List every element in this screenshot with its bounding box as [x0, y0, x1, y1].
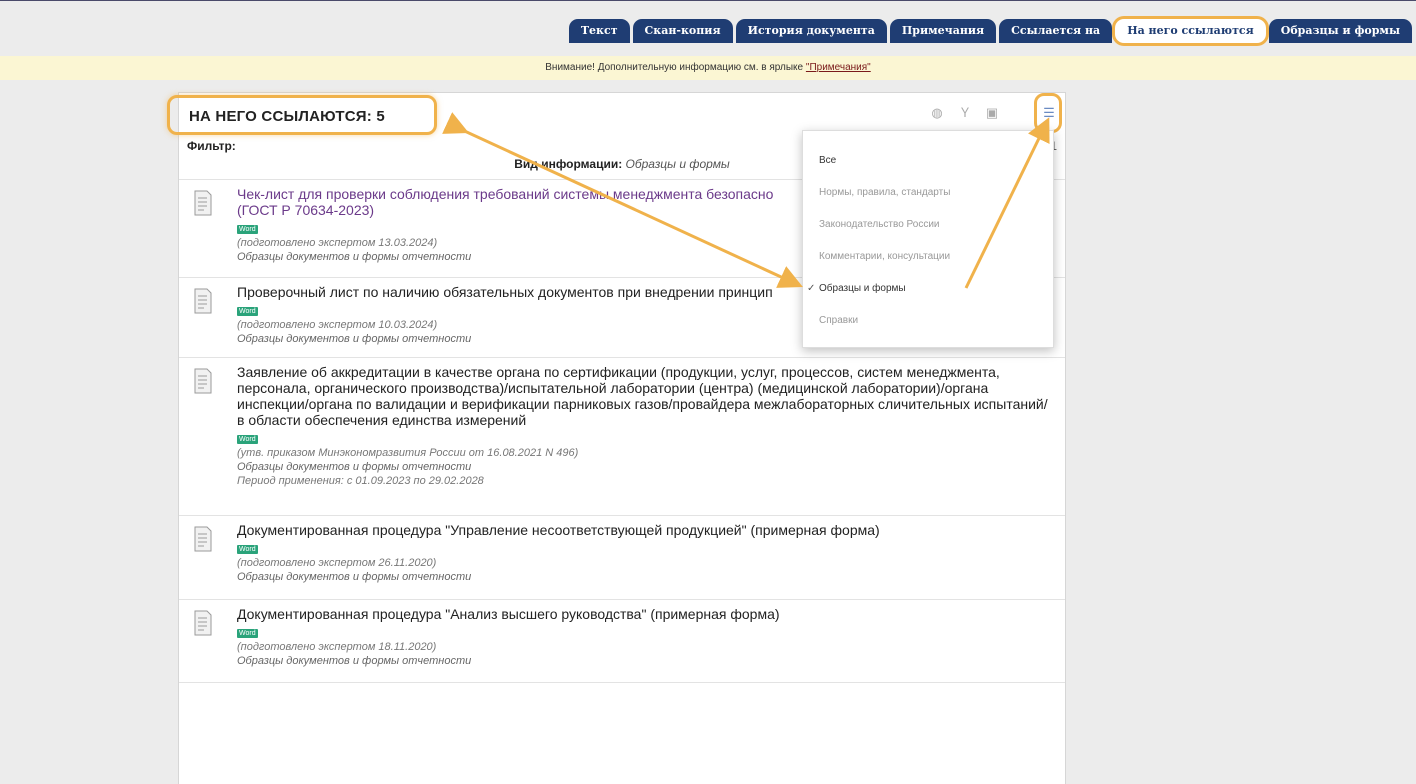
word-badge[interactable]: Word — [237, 435, 258, 444]
document-icon — [194, 526, 212, 552]
word-badge[interactable]: Word — [237, 307, 258, 316]
word-badge[interactable]: Word — [237, 545, 258, 554]
dropdown-item-norms[interactable]: Нормы, правила, стандарты — [803, 177, 1053, 209]
dropdown-item-comments[interactable]: Комментарии, консультации — [803, 241, 1053, 273]
list-item[interactable]: Документированная процедура "Анализ высш… — [179, 599, 1065, 683]
tab-scan-copy[interactable]: Скан-копия — [632, 19, 733, 43]
item-title[interactable]: Заявление об аккредитации в качестве орг… — [237, 364, 1055, 428]
item-title[interactable]: Документированная процедура "Управление … — [237, 522, 1055, 538]
dropdown-item-label: Комментарии, консультации — [819, 251, 951, 262]
dropdown-item-label: Образцы и формы — [819, 283, 906, 294]
top-tab-bar: Текст Скан-копия История документа Приме… — [0, 0, 1416, 44]
item-category: Образцы документов и формы отчетности — [237, 571, 472, 583]
tab-referenced-by[interactable]: На него ссылаются — [1115, 19, 1266, 43]
word-badge[interactable]: Word — [237, 629, 258, 638]
info-type-list-icon[interactable]: ☰ — [1041, 105, 1057, 121]
info-type-dropdown: Все Нормы, правила, стандарты Законодате… — [802, 130, 1054, 348]
info-type-label: Вид информации: — [514, 157, 623, 171]
info-type-value: Образцы и формы — [625, 157, 730, 171]
page-title: НА НЕГО ССЫЛАЮТСЯ: 5 — [189, 108, 385, 125]
filter-label: Фильтр: — [187, 139, 236, 153]
dropdown-item-legislation[interactable]: Законодательство России — [803, 209, 1053, 241]
document-tabs: Текст Скан-копия История документа Приме… — [568, 19, 1412, 43]
item-category: Образцы документов и формы отчетности — [237, 655, 472, 667]
item-title[interactable]: Документированная процедура "Анализ высш… — [237, 606, 1055, 622]
item-validity-period: Период применения: с 01.09.2023 по 29.02… — [237, 475, 484, 487]
item-category: Образцы документов и формы отчетности — [237, 461, 472, 473]
document-icon — [194, 610, 212, 636]
document-icon — [194, 368, 212, 394]
tab-document-history[interactable]: История документа — [735, 19, 887, 43]
dropdown-item-label: Нормы, правила, стандарты — [819, 187, 951, 198]
tab-notes[interactable]: Примечания — [889, 19, 997, 43]
attention-notice: Внимание! Дополнительную информацию см. … — [0, 56, 1416, 80]
export-icon[interactable]: ▣ — [984, 105, 1000, 121]
item-prepared-note: (подготовлено экспертом 26.11.2020) — [237, 557, 437, 569]
dropdown-item-all[interactable]: Все — [803, 145, 1053, 177]
dropdown-item-label: Все — [819, 155, 837, 166]
tab-references-to[interactable]: Ссылается на — [999, 19, 1113, 43]
dropdown-item-label: Справки — [819, 315, 859, 326]
checkmark-icon: ✓ — [807, 283, 816, 294]
globe-icon[interactable]: ◍ — [929, 105, 945, 121]
tab-samples-forms[interactable]: Образцы и формы — [1268, 19, 1412, 43]
list-item[interactable]: Документированная процедура "Управление … — [179, 515, 1065, 599]
notes-link[interactable]: "Примечания" — [806, 62, 871, 73]
filter-icon[interactable]: Ｙ — [957, 105, 973, 121]
document-icon — [194, 288, 212, 314]
dropdown-item-references[interactable]: Справки — [803, 305, 1053, 337]
dropdown-item-samples-forms[interactable]: ✓ Образцы и формы — [803, 273, 1053, 305]
dropdown-item-label: Законодательство России — [819, 219, 940, 230]
item-prepared-note: (подготовлено экспертом 18.11.2020) — [237, 641, 437, 653]
notice-text: Внимание! Дополнительную информацию см. … — [545, 62, 804, 73]
word-badge[interactable]: Word — [237, 225, 258, 234]
tab-text[interactable]: Текст — [568, 19, 630, 43]
document-icon — [194, 190, 212, 216]
item-approval-note: (утв. приказом Минэкономразвития России … — [237, 447, 579, 459]
list-item[interactable]: Заявление об аккредитации в качестве орг… — [179, 357, 1065, 515]
